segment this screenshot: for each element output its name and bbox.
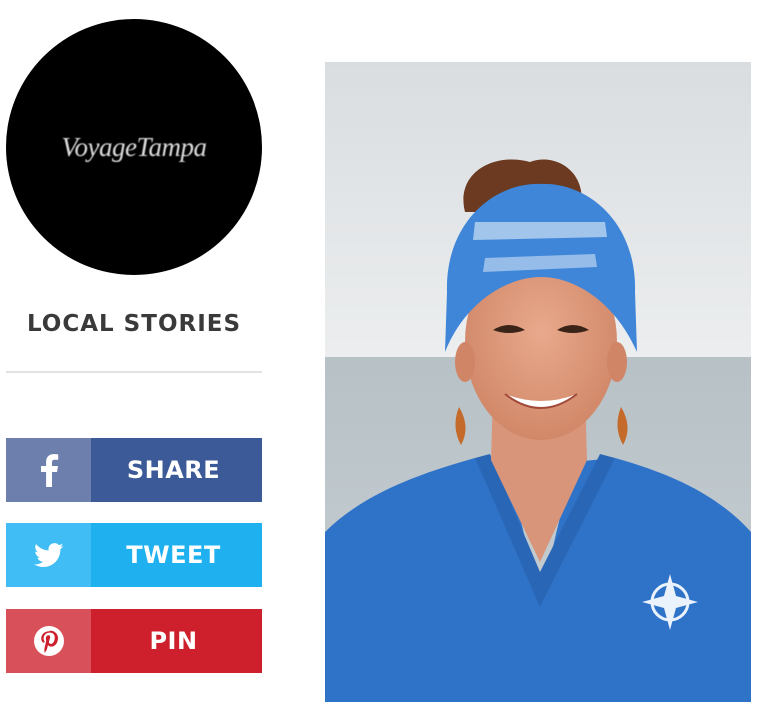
local-stories-heading: LOCAL STORIES	[26, 311, 242, 337]
twitter-tweet-label: TWEET	[91, 523, 262, 587]
pinterest-pin-label: PIN	[91, 609, 262, 673]
sidebar-divider	[6, 371, 262, 373]
site-logo[interactable]: VoyageTampa	[6, 19, 262, 275]
facebook-share-button[interactable]: SHARE	[6, 438, 262, 502]
portrait-photo	[325, 62, 751, 702]
logo-text: VoyageTampa	[61, 131, 207, 162]
facebook-icon	[6, 438, 91, 502]
twitter-tweet-button[interactable]: TWEET	[6, 523, 262, 587]
twitter-icon	[6, 523, 91, 587]
pinterest-icon	[6, 609, 91, 673]
pinterest-pin-button[interactable]: PIN	[6, 609, 262, 673]
facebook-share-label: SHARE	[91, 438, 262, 502]
